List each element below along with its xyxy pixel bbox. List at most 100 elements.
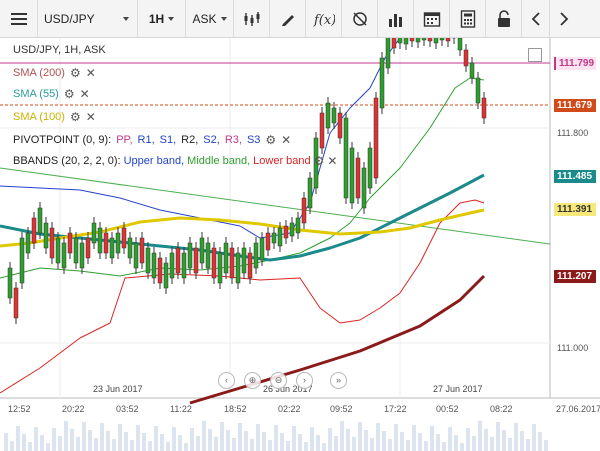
candle-body <box>151 252 157 279</box>
volume-bar <box>388 439 392 451</box>
timeframe-selector[interactable]: 1H <box>138 0 186 38</box>
candle-body <box>409 38 415 42</box>
candle-body <box>259 237 265 261</box>
time-label: 03:52 <box>116 404 139 414</box>
gear-icon[interactable]: ⚙ <box>314 154 325 168</box>
zoom-out-button[interactable]: ‹ <box>218 372 235 389</box>
scroll-left-button[interactable] <box>522 0 550 38</box>
volume-bar <box>424 441 428 451</box>
alerts-button[interactable] <box>342 0 378 38</box>
legend-pivot-s2: S2, <box>203 134 220 146</box>
menu-button[interactable] <box>0 0 38 38</box>
lock-button[interactable] <box>486 0 522 38</box>
candle-body <box>115 232 121 254</box>
candle-body <box>175 247 181 274</box>
close-icon[interactable]: ✕ <box>86 110 96 124</box>
candle-body <box>367 147 373 189</box>
candle-body <box>79 242 85 269</box>
candle-body <box>181 252 187 279</box>
candle-body <box>469 62 475 79</box>
volume-button[interactable] <box>378 0 414 38</box>
candle-body <box>433 38 439 44</box>
price-tag-sma200: 111.799 <box>554 57 596 70</box>
volume-bars <box>4 421 548 451</box>
candle-body <box>283 225 289 239</box>
close-icon[interactable]: ✕ <box>281 133 291 147</box>
scroll-right-button[interactable] <box>550 0 578 38</box>
date-label: 27 Jun 2017 <box>433 384 483 394</box>
legend-pivot-prefix: PIVOTPOINT (0, 9): <box>13 134 112 146</box>
candle-body <box>253 242 259 269</box>
price-label: 111.800 <box>557 128 589 138</box>
candle-body <box>247 252 253 279</box>
gear-icon[interactable]: ⚙ <box>265 133 276 147</box>
candle-body <box>103 232 109 254</box>
volume-bar <box>226 430 230 451</box>
volume-bar <box>160 434 164 451</box>
price-side-selector[interactable]: ASK <box>186 0 234 38</box>
candle-body <box>211 247 217 279</box>
chart-title: USD/JPY, 1H, ASK <box>13 44 106 56</box>
volume-bar <box>334 436 338 451</box>
volume-bar <box>190 428 194 451</box>
candle-body <box>43 222 49 249</box>
close-icon[interactable]: ✕ <box>327 154 337 168</box>
volume-bar <box>52 428 56 451</box>
scroll-back-button[interactable]: › <box>296 372 313 389</box>
symbol-selector[interactable]: USD/JPY <box>38 0 138 38</box>
time-label: 00:52 <box>436 404 459 414</box>
calendar-button[interactable] <box>414 0 450 38</box>
legend-pivot-r3: R3, <box>224 134 242 146</box>
time-label: 11:22 <box>170 404 192 414</box>
candle-body <box>361 167 367 209</box>
volume-bar <box>244 431 248 451</box>
volume-bar <box>274 425 278 451</box>
export-icon[interactable] <box>528 48 542 62</box>
volume-bar <box>250 439 254 451</box>
volume-bar <box>478 421 482 451</box>
legend-sma100-label: SMA (100) <box>13 111 65 123</box>
gear-icon[interactable]: ⚙ <box>70 66 81 80</box>
price-label: 111.000 <box>557 343 589 353</box>
price-tag-sma100: 111.391 <box>554 203 596 216</box>
candle-body <box>415 38 421 43</box>
volume-bar <box>148 441 152 451</box>
candle-body <box>7 267 13 299</box>
calculator-button[interactable] <box>450 0 486 38</box>
legend-sma200-label: SMA (200) <box>13 67 65 79</box>
draw-tool-button[interactable] <box>270 0 306 38</box>
scroll-forward-button[interactable]: » <box>330 372 347 389</box>
toolbar: USD/JPY 1H ASK f(x) <box>0 0 600 38</box>
unlock-icon <box>497 9 510 27</box>
indicators-button[interactable]: f(x) <box>306 0 342 38</box>
volume-bar <box>130 440 134 451</box>
gear-icon[interactable]: ⚙ <box>64 87 75 101</box>
zoom-in-button[interactable]: ⊕ <box>244 372 261 389</box>
price-tag-current: 111.679 <box>554 99 596 112</box>
candle-body <box>343 117 349 199</box>
gear-icon[interactable]: ⚙ <box>70 110 81 124</box>
close-icon[interactable]: ✕ <box>86 66 96 80</box>
volume-bar <box>526 439 530 451</box>
sma100-line <box>0 208 485 248</box>
reset-zoom-button[interactable]: ⊖ <box>270 372 287 389</box>
candle-body <box>97 227 103 254</box>
time-label: 18:52 <box>224 404 247 414</box>
candle-body <box>241 247 247 274</box>
volume-bar <box>406 440 410 451</box>
bar-chart-icon <box>388 13 402 27</box>
time-label: 08:22 <box>490 404 513 414</box>
volume-bar <box>304 442 308 451</box>
close-icon[interactable]: ✕ <box>80 87 90 101</box>
volume-bar <box>316 435 320 451</box>
candle-body <box>481 97 487 119</box>
chart-area[interactable]: USD/JPY, 1H, ASK SMA (200) ⚙ ✕ SMA (55) … <box>0 38 600 451</box>
time-label: 09:52 <box>330 404 353 414</box>
calendar-icon <box>423 11 440 27</box>
volume-bar <box>514 423 518 451</box>
volume-bar <box>340 421 344 451</box>
chart-type-button[interactable] <box>234 0 270 38</box>
volume-bar <box>238 423 242 451</box>
volume-bar <box>100 423 104 451</box>
candle-body <box>13 287 19 319</box>
